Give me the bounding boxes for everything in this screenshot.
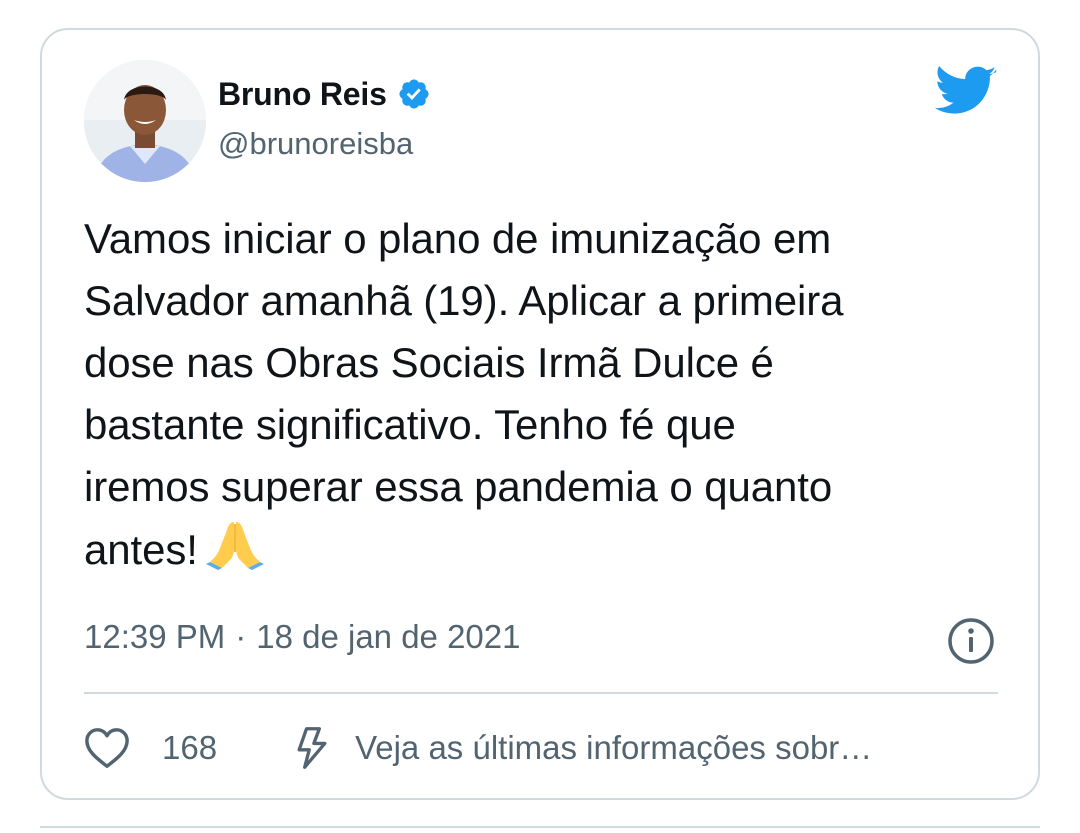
- tweet-actions: 168 Veja as últimas informações sobr…: [84, 720, 1004, 776]
- like-count[interactable]: 168: [162, 729, 217, 767]
- divider: [84, 692, 998, 694]
- twitter-bird-icon[interactable]: [934, 66, 998, 118]
- display-name[interactable]: Bruno Reis: [218, 76, 387, 113]
- tweet-time[interactable]: 12:39 PM: [84, 618, 225, 656]
- bottom-divider: [40, 826, 1040, 828]
- tweet-text: Vamos iniciar o plano de imunização em S…: [84, 208, 1004, 581]
- avatar[interactable]: [84, 60, 206, 182]
- lightning-icon[interactable]: [289, 726, 335, 770]
- verified-badge-icon: [399, 79, 429, 109]
- author-name-row[interactable]: Bruno Reis: [218, 74, 431, 114]
- meta-separator: ·: [235, 618, 247, 655]
- news-link-text[interactable]: Veja as últimas informações sobr…: [355, 729, 872, 767]
- info-icon[interactable]: [946, 616, 996, 666]
- tweet-timestamp[interactable]: 12:39 PM · 18 de jan de 2021: [84, 618, 521, 656]
- heart-icon[interactable]: [84, 726, 130, 770]
- news-link[interactable]: Veja as últimas informações sobr…: [289, 726, 872, 770]
- tweet-body: Vamos iniciar o plano de imunização em S…: [84, 215, 844, 573]
- avatar-photo: [84, 60, 206, 182]
- folded-hands-emoji: [205, 522, 264, 570]
- author-handle[interactable]: @brunoreisba: [218, 126, 413, 162]
- tweet-date[interactable]: 18 de jan de 2021: [256, 618, 520, 656]
- tweet-card[interactable]: Bruno Reis @brunoreisba Vamos iniciar o …: [40, 28, 1040, 800]
